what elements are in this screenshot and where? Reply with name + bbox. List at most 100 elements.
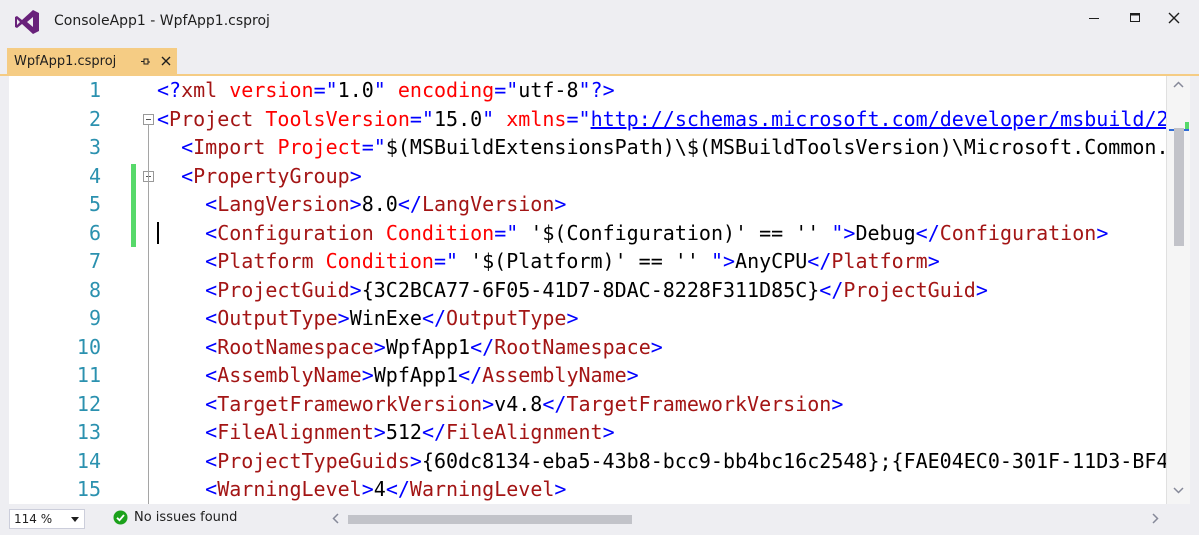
code-token: > (1096, 220, 1109, 245)
title-bar: ConsoleApp1 - WpfApp1.csproj (0, 0, 1199, 44)
close-window-button[interactable] (1158, 6, 1190, 30)
vertical-scroll-thumb[interactable] (1174, 128, 1184, 246)
code-token: Configuration (217, 220, 374, 245)
code-token: LangVersion (421, 192, 555, 216)
code-token: RootNamespace (217, 334, 374, 359)
scroll-left-arrow-icon[interactable] (332, 513, 339, 524)
code-token: "> (831, 220, 856, 245)
zoom-dropdown[interactable]: 114 % (9, 509, 85, 529)
code-token: < (205, 192, 218, 216)
code-token: > (554, 477, 567, 501)
horizontal-scroll-thumb[interactable] (348, 515, 632, 524)
code-token: v4.8 (494, 391, 543, 416)
code-token: < (205, 277, 218, 302)
issues-status[interactable]: No issues found (113, 510, 237, 525)
document-tab-strip: WpfApp1.csproj (0, 44, 1199, 76)
code-token: <? (157, 78, 182, 102)
code-token: ProjectGuid (843, 277, 976, 302)
close-icon (1168, 12, 1180, 24)
scroll-up-arrow-icon[interactable] (1173, 81, 1184, 88)
line-number: 2 (88, 106, 101, 131)
editor-gutter: 1 2 3 4 5 6 7 8 9 10 11 12 13 14 15 (9, 76, 154, 504)
code-token: WarningLevel (409, 477, 555, 501)
code-token: </ (470, 334, 495, 359)
line-number: 14 (76, 448, 101, 473)
zoom-value: 114 % (14, 512, 53, 526)
line-number: 9 (88, 306, 101, 330)
scroll-down-arrow-icon[interactable] (1173, 487, 1184, 494)
code-token: =" (313, 78, 338, 102)
fold-toggle-button[interactable] (143, 113, 154, 125)
code-line[interactable]: <?xml version="1.0" encoding="utf-8"?> (157, 76, 615, 105)
code-token: =" (409, 106, 434, 131)
issues-status-text: No issues found (134, 510, 238, 525)
line-number: 15 (76, 477, 101, 501)
code-line[interactable]: <RootNamespace>WpfApp1</RootNamespace> (157, 333, 663, 362)
code-line[interactable]: <ProjectTypeGuids>{60dc8134-eba5-43b8-bc… (157, 447, 1167, 476)
line-number: 12 (76, 391, 101, 416)
code-token: < (157, 106, 170, 131)
code-token: ProjectTypeGuids (217, 448, 410, 473)
code-token: 8.0 (361, 192, 398, 216)
line-number: 8 (88, 277, 101, 302)
code-line[interactable]: <PropertyGroup> (157, 162, 362, 191)
code-token: > (373, 334, 386, 359)
code-token: > (361, 477, 374, 501)
code-line[interactable]: <Project ToolsVersion="15.0" xmlns="http… (157, 105, 1167, 134)
code-line[interactable]: <Import Project="$(MSBuildExtensionsPath… (157, 133, 1167, 162)
vertical-scrollbar[interactable] (1166, 76, 1190, 504)
code-token: {60dc8134-eba5-43b8-bcc9-bb4bc16c2548};{… (421, 448, 1167, 473)
code-token: AssemblyName (217, 363, 362, 387)
code-token: Platform (831, 249, 928, 273)
window-title: ConsoleApp1 - WpfApp1.csproj (54, 13, 270, 29)
pin-icon[interactable] (137, 53, 153, 69)
code-line[interactable]: <ProjectGuid>{3C2BCA77-6F05-41D7-8DAC-82… (157, 276, 988, 305)
code-line[interactable]: <WarningLevel>4</WarningLevel> (157, 475, 566, 504)
code-token: AnyCPU (735, 249, 808, 273)
code-token: > (602, 420, 615, 444)
line-number: 13 (76, 420, 101, 444)
code-token: > (650, 334, 663, 359)
tab-close-icon[interactable] (158, 53, 174, 69)
code-token: OutputType (217, 306, 338, 330)
code-token: < (181, 163, 194, 188)
code-line[interactable]: <OutputType>WinExe</OutputType> (157, 304, 578, 333)
code-line[interactable]: <AssemblyName>WpfApp1</AssemblyName> (157, 361, 639, 390)
code-token: $(MSBuildExtensionsPath)\$(MSBuildToolsV… (385, 135, 1167, 159)
scroll-right-arrow-icon[interactable] (1152, 513, 1159, 524)
code-token: > (349, 163, 362, 188)
maximize-button[interactable] (1119, 6, 1151, 30)
code-token: http://schemas.microsoft.com/developer/m… (590, 106, 1167, 131)
horizontal-scrollbar[interactable] (326, 508, 1166, 530)
code-editor[interactable]: 1 2 3 4 5 6 7 8 9 10 11 12 13 14 15 <?xml version="1.0… (9, 76, 1190, 504)
code-line[interactable]: <Platform Condition=" '$(Platform)' == '… (157, 247, 940, 276)
code-token: =" (361, 135, 386, 159)
document-tab[interactable]: WpfApp1.csproj (7, 48, 177, 74)
text-caret (157, 221, 159, 244)
code-token: AssemblyName (482, 363, 627, 387)
line-number: 1 (88, 78, 101, 102)
code-line[interactable]: <LangVersion>8.0</LangVersion> (157, 190, 566, 219)
code-token: </ (819, 277, 844, 302)
code-token: ProjectGuid (217, 277, 350, 302)
code-line[interactable]: <FileAlignment>512</FileAlignment> (157, 418, 615, 447)
code-token: > (831, 391, 844, 416)
code-line[interactable]: <Configuration Condition=" '$(Configurat… (157, 219, 1108, 248)
visual-studio-logo-icon (15, 10, 39, 34)
code-token: Import (193, 135, 266, 159)
minimize-button[interactable] (1078, 6, 1110, 30)
code-token: > (554, 192, 567, 216)
code-line[interactable]: <TargetFrameworkVersion>v4.8</TargetFram… (157, 390, 843, 419)
code-token: 15.0 (433, 106, 483, 131)
code-token: WinExe (349, 306, 422, 330)
code-area[interactable]: <?xml version="1.0" encoding="utf-8"?> <P… (157, 76, 1167, 504)
line-number: 7 (88, 249, 101, 273)
